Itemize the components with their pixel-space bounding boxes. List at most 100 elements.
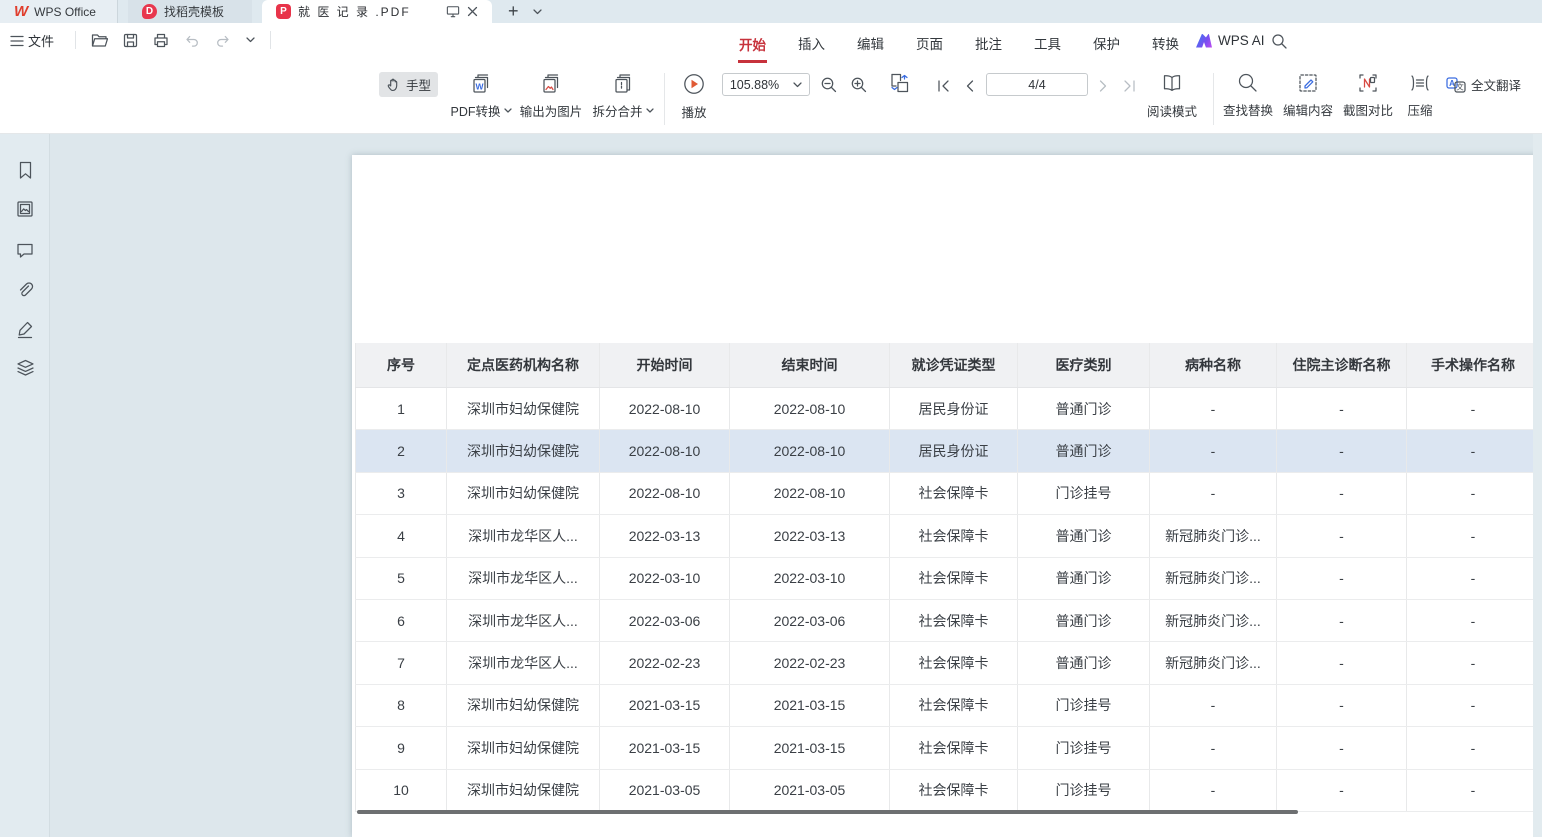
screenshot-compare-label: 截图对比 — [1343, 100, 1393, 119]
page-number-input[interactable]: 4/4 — [986, 73, 1088, 96]
thumbnail-icon[interactable] — [13, 197, 37, 221]
menu-insert[interactable]: 插入 — [797, 31, 826, 55]
table-cell: 2022-08-10 — [730, 388, 890, 429]
table-cell: 普通门诊 — [1018, 558, 1150, 599]
print-icon[interactable] — [153, 33, 169, 48]
compress-button[interactable]: 压缩 — [1398, 72, 1442, 119]
left-panel-rail — [0, 134, 50, 837]
table-row: 4深圳市龙华区人...2022-03-132022-03-13社会保障卡普通门诊… — [355, 515, 1539, 557]
tab-wps-office[interactable]: W WPS Office — [0, 0, 118, 23]
table-cell: 2022-08-10 — [600, 430, 730, 471]
find-replace-button[interactable]: 查找替换 — [1220, 72, 1276, 119]
screenshot-compare-icon — [1357, 72, 1379, 94]
comment-icon[interactable] — [13, 238, 37, 262]
pdf-convert-button[interactable]: W PDF转换 — [444, 72, 518, 120]
table-row: 3深圳市妇幼保健院2022-08-102022-08-10社会保障卡门诊挂号--… — [355, 473, 1539, 515]
menu-tools[interactable]: 工具 — [1033, 31, 1062, 55]
follow-mode-icon[interactable] — [446, 5, 460, 18]
vertical-scrollbar[interactable] — [1533, 134, 1542, 837]
play-button[interactable]: 播放 — [671, 72, 717, 121]
wps-ai-icon — [1196, 34, 1212, 48]
hand-tool-button[interactable]: 手型 — [379, 72, 438, 97]
menu-home[interactable]: 开始 — [738, 32, 767, 63]
first-page-button[interactable] — [931, 74, 955, 98]
tab-strip: W WPS Office D 找稻壳模板 P 就 医 记 录 .PDF + — [0, 0, 1542, 23]
open-file-icon[interactable] — [91, 33, 108, 48]
table-cell: 7 — [355, 642, 447, 683]
table-cell: 2022-02-23 — [730, 642, 890, 683]
table-cell: - — [1277, 473, 1407, 514]
table-cell: 深圳市妇幼保健院 — [447, 770, 600, 811]
table-cell: 新冠肺炎门诊... — [1150, 515, 1277, 556]
table-cell: 普通门诊 — [1018, 642, 1150, 683]
zoom-in-button[interactable] — [847, 73, 871, 97]
document-canvas[interactable]: 序号定点医药机构名称开始时间结束时间就诊凭证类型医疗类别病种名称住院主诊断名称手… — [50, 134, 1542, 837]
close-tab-icon[interactable] — [467, 6, 478, 17]
table-cell: 2021-03-15 — [730, 685, 890, 726]
ribbon-divider — [664, 73, 665, 125]
table-cell: 社会保障卡 — [890, 515, 1018, 556]
table-cell: 2021-03-15 — [730, 727, 890, 768]
menu-comment[interactable]: 批注 — [974, 31, 1003, 55]
new-tab-icon[interactable]: + — [508, 1, 519, 22]
quick-access-chevron-icon[interactable] — [246, 37, 255, 43]
menu-page[interactable]: 页面 — [915, 31, 944, 55]
menu-convert[interactable]: 转换 — [1151, 31, 1180, 55]
svg-text:A: A — [1449, 79, 1455, 88]
save-icon[interactable] — [123, 33, 138, 48]
screenshot-compare-button[interactable]: 截图对比 — [1340, 72, 1396, 119]
wps-ai-button[interactable]: WPS AI — [1196, 33, 1265, 48]
export-image-button[interactable]: 输出为图片 — [514, 72, 588, 120]
table-cell: 2022-08-10 — [730, 473, 890, 514]
ribbon-toolbar: 手型 选择 W PDF转换 输出为图片 拆分合并 播放 105.88% — [0, 63, 1542, 134]
prev-page-button[interactable] — [957, 74, 981, 98]
menu-protect[interactable]: 保护 — [1092, 31, 1121, 55]
table-cell: 社会保障卡 — [890, 558, 1018, 599]
menu-search-icon[interactable] — [1271, 33, 1288, 50]
table-cell: 深圳市龙华区人... — [447, 515, 600, 556]
edit-content-button[interactable]: 编辑内容 — [1280, 72, 1336, 119]
table-header-cell: 定点医药机构名称 — [447, 343, 600, 387]
annotate-pen-icon[interactable] — [13, 317, 37, 341]
reading-mode-button[interactable]: 阅读模式 — [1144, 72, 1200, 120]
zoom-out-button[interactable] — [817, 73, 841, 97]
layers-icon[interactable] — [13, 356, 37, 380]
table-cell: 2022-08-10 — [730, 430, 890, 471]
menu-edit[interactable]: 编辑 — [856, 31, 885, 55]
tab-docer-templates[interactable]: D 找稻壳模板 — [128, 0, 252, 23]
table-cell: 普通门诊 — [1018, 388, 1150, 429]
attachment-icon[interactable] — [13, 278, 37, 302]
table-cell: - — [1407, 430, 1539, 471]
replace-pages-icon[interactable] — [888, 71, 912, 95]
table-cell: 1 — [355, 388, 447, 429]
file-menu[interactable]: 文件 — [10, 31, 54, 50]
table-cell: - — [1150, 685, 1277, 726]
table-cell: 深圳市妇幼保健院 — [447, 727, 600, 768]
table-cell: 社会保障卡 — [890, 473, 1018, 514]
tab-label: WPS Office — [34, 5, 96, 19]
table-cell: - — [1407, 642, 1539, 683]
tab-list-chevron-icon[interactable] — [533, 9, 542, 15]
table-cell: 5 — [355, 558, 447, 599]
table-cell: 门诊挂号 — [1018, 727, 1150, 768]
split-merge-button[interactable]: 拆分合并 — [586, 72, 660, 120]
zoom-level-select[interactable]: 105.88% — [722, 73, 810, 96]
table-cell: - — [1150, 473, 1277, 514]
table-cell: 社会保障卡 — [890, 727, 1018, 768]
table-cell: 深圳市妇幼保健院 — [447, 685, 600, 726]
tab-document-active[interactable]: P 就 医 记 录 .PDF — [262, 0, 492, 23]
edit-content-label: 编辑内容 — [1283, 100, 1333, 119]
full-translate-button[interactable]: A文 全文翻译 — [1446, 75, 1521, 94]
wps-pdf-window: W WPS Office D 找稻壳模板 P 就 医 记 录 .PDF + — [0, 0, 1542, 837]
tab-controls: + — [508, 0, 542, 23]
divider — [75, 31, 76, 49]
table-cell: 深圳市龙华区人... — [447, 558, 600, 599]
table-header-cell: 手术操作名称 — [1407, 343, 1539, 387]
table-cell: - — [1277, 642, 1407, 683]
table-cell: - — [1150, 430, 1277, 471]
last-page-button — [1117, 74, 1141, 98]
bookmark-icon[interactable] — [13, 158, 37, 182]
table-cell: 9 — [355, 727, 447, 768]
find-replace-icon — [1237, 72, 1259, 94]
table-cell: 2022-03-13 — [600, 515, 730, 556]
